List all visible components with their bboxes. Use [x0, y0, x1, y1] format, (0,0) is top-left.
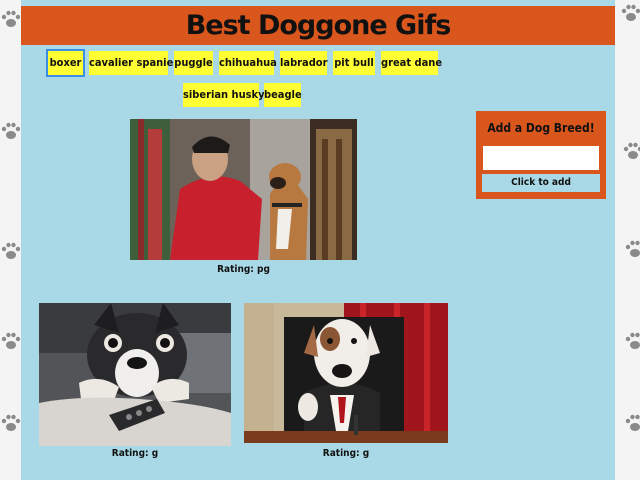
- dog-gif-image[interactable]: [244, 303, 448, 443]
- paw-print-icon: [0, 412, 22, 434]
- paw-print-icon: [0, 8, 22, 30]
- add-breed-form: Add a Dog Breed! Click to add: [476, 111, 606, 199]
- paw-print-icon: [0, 240, 22, 262]
- page-title: Best Doggone Gifs: [185, 10, 452, 41]
- breed-button-great-dane[interactable]: great dane: [381, 51, 442, 75]
- paw-print-icon: [624, 238, 640, 260]
- dog-gif-image[interactable]: [39, 303, 231, 446]
- breed-input[interactable]: [482, 145, 600, 171]
- breed-button-siberian-husky[interactable]: siberian husky: [183, 83, 265, 107]
- dog-gif-image[interactable]: [130, 119, 357, 260]
- paw-print-icon: [622, 140, 640, 162]
- gif-rating: Rating: g: [111, 448, 159, 459]
- paw-print-icon: [624, 412, 640, 434]
- add-breed-heading: Add a Dog Breed!: [487, 121, 595, 135]
- paw-print-icon: [0, 120, 22, 142]
- gif-rating: Rating: g: [322, 448, 370, 459]
- breed-button-puggle[interactable]: puggle: [174, 51, 213, 75]
- add-breed-button[interactable]: Click to add: [482, 174, 600, 192]
- main-panel: Best Doggone Gifs boxer cavalier spaniel…: [21, 0, 615, 480]
- breed-button-beagle[interactable]: beagle: [264, 83, 302, 107]
- breed-button-chihuahua[interactable]: chihuahua: [219, 51, 277, 75]
- paw-print-icon: [0, 330, 22, 352]
- page-header: Best Doggone Gifs: [21, 6, 615, 45]
- paw-print-icon: [624, 330, 640, 352]
- breed-button-pit-bull[interactable]: pit bull: [333, 51, 375, 75]
- gif-rating: Rating: pg: [217, 264, 270, 275]
- breed-button-cavalier-spaniel[interactable]: cavalier spaniel: [89, 51, 177, 75]
- paw-print-icon: [620, 2, 640, 24]
- breed-button-labrador[interactable]: labrador: [280, 51, 327, 75]
- breed-button-boxer[interactable]: boxer: [48, 51, 83, 75]
